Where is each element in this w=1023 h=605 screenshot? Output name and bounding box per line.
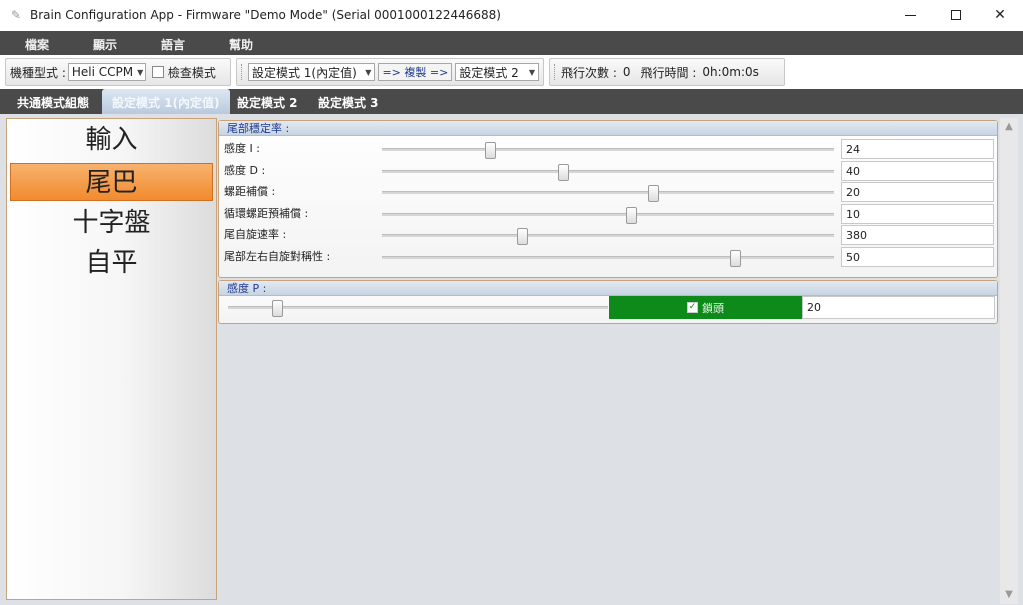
menu-language[interactable]: 語言: [161, 36, 185, 53]
maximize-icon: [951, 10, 961, 20]
window-title: Brain Configuration App - Firmware "Demo…: [30, 8, 501, 22]
profile-copy-group: 設定模式 1(內定值) ▼ => 複製 => 設定模式 2 ▼: [236, 58, 544, 86]
check-mode-label: 檢查模式: [167, 65, 216, 80]
check-mode-checkbox[interactable]: [151, 66, 164, 78]
check-icon: ✓: [687, 302, 698, 313]
tab-profile-2[interactable]: 設定模式 2: [237, 94, 298, 111]
target-profile-value: 設定模式 2: [459, 65, 519, 80]
tab-bar: 共通模式組態 設定模式 1(內定值) 設定模式 2 設定模式 3: [0, 89, 1023, 114]
tail-param-slider[interactable]: [382, 142, 834, 159]
chevron-down-icon: ▼: [365, 67, 372, 77]
tail-param-slider-thumb[interactable]: [648, 185, 660, 202]
gain-p-group: 感度 P : ✓ 鎖頭 20: [218, 280, 998, 324]
tail-param-value-field[interactable]: 50: [841, 246, 994, 267]
toolbar: 機種型式 : Heli CCPM ▼ 檢查模式 設定模式 1(內定值) ▼ =>…: [0, 55, 1023, 89]
nav-item-tail[interactable]: 尾巴: [10, 163, 213, 201]
nav-item-input[interactable]: 輸入: [10, 121, 213, 159]
tail-param-row: 感度 I : 24: [219, 139, 997, 160]
menu-help[interactable]: 幫助: [229, 36, 253, 53]
flight-count-label: 飛行次數 :: [561, 65, 617, 80]
tail-param-label: 循環螺距預補償 :: [224, 206, 309, 220]
tail-group-title: 尾部穩定率 :: [219, 121, 997, 136]
tail-param-value-field[interactable]: 10: [841, 203, 994, 224]
tab-profile-3[interactable]: 設定模式 3: [318, 94, 379, 111]
gain-p-slider-thumb[interactable]: [272, 300, 284, 317]
chevron-down-icon: ▼: [137, 67, 144, 77]
nav-item-swashplate[interactable]: 十字盤: [10, 204, 213, 242]
tail-param-row: 尾部左右自旋對稱性 : 50: [219, 246, 997, 268]
tail-param-value-field[interactable]: 40: [841, 160, 994, 181]
head-lock-toggle[interactable]: ✓ 鎖頭: [609, 296, 802, 319]
minimize-icon: [904, 14, 916, 16]
tail-param-row: 循環螺距預補償 : 10: [219, 203, 997, 225]
tail-param-slider-thumb[interactable]: [517, 228, 529, 245]
menu-view[interactable]: 顯示: [93, 36, 117, 53]
gain-group-title: 感度 P :: [219, 281, 997, 296]
vertical-scrollbar[interactable]: ▲ ▼: [1000, 118, 1018, 604]
tail-param-label: 尾自旋速率 :: [224, 228, 287, 241]
tail-param-row: 感度 D : 40: [219, 160, 997, 182]
tail-param-label: 螺距補償 :: [224, 185, 276, 198]
nav-panel: 輸入 尾巴 十字盤 自平: [6, 118, 217, 600]
tail-param-slider[interactable]: [382, 206, 834, 224]
scroll-up-icon[interactable]: ▲: [1000, 118, 1018, 136]
app-icon: ✎: [10, 8, 22, 22]
model-label: 機種型式 :: [10, 65, 66, 80]
tail-param-slider[interactable]: [382, 228, 834, 245]
tail-param-label: 感度 D :: [224, 163, 266, 177]
tail-param-row: 螺距補償 : 20: [219, 182, 997, 203]
flight-time-value: 0h:0m:0s: [702, 65, 759, 79]
tail-param-value-field[interactable]: 20: [841, 182, 994, 202]
source-profile-select[interactable]: 設定模式 1(內定值) ▼: [247, 63, 376, 81]
tail-param-slider[interactable]: [382, 249, 834, 267]
tail-param-value-field[interactable]: 24: [841, 139, 994, 159]
close-button[interactable]: ✕: [977, 0, 1023, 30]
target-profile-select[interactable]: 設定模式 2 ▼: [455, 63, 539, 81]
flight-stats-group: 飛行次數 : 0 飛行時間 : 0h:0m:0s: [549, 58, 785, 86]
tail-param-label: 尾部左右自旋對稱性 :: [224, 249, 331, 263]
grip-icon: [241, 64, 245, 80]
scroll-down-icon[interactable]: ▼: [1000, 586, 1018, 604]
nav-item-self-level[interactable]: 自平: [10, 244, 213, 282]
app-window: ✎ Brain Configuration App - Firmware "De…: [0, 0, 1023, 605]
model-select[interactable]: Heli CCPM ▼: [67, 63, 146, 81]
grip-icon: [554, 64, 558, 80]
gain-p-value-field[interactable]: 20: [802, 296, 995, 319]
gain-p-slider[interactable]: [228, 300, 608, 317]
tail-stability-group: 尾部穩定率 : 感度 I :24 感度 D :40 螺距補償 :20 循環螺距預補償 …: [218, 120, 998, 278]
tab-profile-1[interactable]: 設定模式 1(內定值): [102, 89, 230, 114]
menu-bar: 檔案 顯示 語言 幫助: [0, 31, 1023, 55]
tail-param-slider[interactable]: [382, 163, 834, 181]
tail-param-label: 感度 I :: [224, 142, 260, 155]
minimize-button[interactable]: [887, 0, 933, 30]
source-profile-value: 設定模式 1(內定值): [251, 65, 357, 80]
maximize-button[interactable]: [933, 0, 979, 30]
tail-param-slider-thumb[interactable]: [557, 163, 569, 181]
model-group: 機種型式 : Heli CCPM ▼ 檢查模式: [5, 58, 231, 86]
menu-file[interactable]: 檔案: [25, 36, 49, 53]
tail-param-slider-thumb[interactable]: [485, 142, 497, 159]
tail-param-value-field[interactable]: 380: [841, 225, 994, 245]
main-area: 輸入 尾巴 十字盤 自平 尾部穩定率 : 感度 I :24 感度 D :40 螺距補…: [0, 114, 1023, 605]
flight-count-value: 0: [622, 65, 631, 79]
chevron-down-icon: ▼: [528, 67, 535, 77]
close-icon: ✕: [994, 7, 1006, 23]
tail-param-slider-thumb[interactable]: [729, 249, 741, 267]
tail-param-slider-thumb[interactable]: [625, 206, 637, 224]
head-lock-label: 鎖頭: [702, 301, 724, 315]
tail-param-slider[interactable]: [382, 185, 834, 202]
tab-common-config[interactable]: 共通模式組態: [17, 94, 89, 111]
tail-param-row: 尾自旋速率 : 380: [219, 225, 997, 246]
title-bar: ✎ Brain Configuration App - Firmware "De…: [0, 0, 1023, 30]
model-value: Heli CCPM: [71, 65, 134, 79]
copy-button[interactable]: => 複製 =>: [378, 63, 453, 81]
flight-time-label: 飛行時間 :: [640, 65, 697, 80]
